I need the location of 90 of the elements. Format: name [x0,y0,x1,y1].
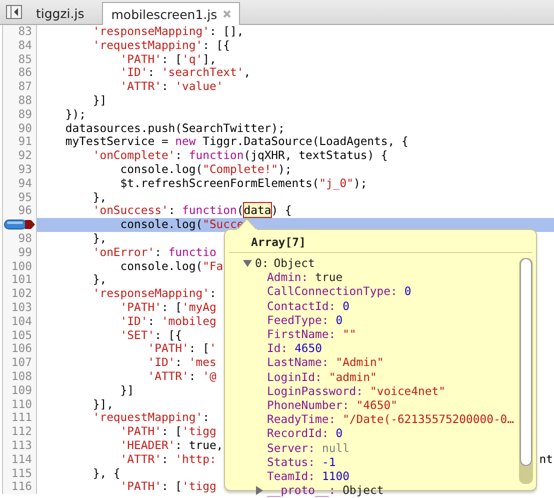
code-line: }] [119,384,134,398]
code-line: }, [92,232,107,246]
code-line: 'ATTR': '@ [146,370,216,384]
code-line: }] [92,94,107,108]
tab[interactable]: tiggzi.js [28,2,92,24]
code-line: 'onSuccess': function(data) { [92,204,292,218]
line-number: 95 [18,190,32,204]
property-row: __proto__: Object [267,483,384,498]
property-row: Server: null [267,440,350,455]
code-line: 'onComplete': function(jqXHR, textStatus) { [92,149,388,163]
line-number: 102 [11,286,32,300]
code-line: 'requestMapping': [{ [92,38,230,53]
line-number: 91 [18,134,32,148]
line-number: 87 [18,79,32,94]
property-row: RecordId: 0 [267,426,343,440]
property-row: ReadyTime: "/Date(-62135575200000-0… [267,412,514,426]
tab[interactable]: mobilescreen1.js [102,2,240,25]
line-number: 108 [11,368,32,383]
code-line: 'PATH': ['myAg [119,300,216,315]
line-number: 94 [18,176,32,190]
line-number: 85 [18,52,32,66]
code-line: }); [64,108,86,122]
line-number: 86 [18,65,32,80]
popover-title: Array[7] [229,230,532,253]
line-number: 107 [11,355,32,370]
property-row: 0: Object [255,256,315,270]
line-number: 84 [18,38,32,52]
line-number: 83 [18,25,32,38]
code-line: 'ID': 'mes [146,356,216,370]
panel-toggle-icon[interactable] [6,5,22,19]
line-number: 116 [11,479,32,494]
line-number: 98 [18,230,32,245]
line-number: 101 [11,272,32,286]
code-line: 'HEADER': true, [119,438,224,453]
code-line: 'PATH': ['q'], [119,52,216,66]
code-line: }, [92,190,107,204]
code-line: 'SET': [{ [119,328,182,342]
property-row: LoginPassword: "voice4net" [267,384,446,398]
line-number: 92 [18,148,32,162]
code-line: }, [92,273,107,288]
code-line: 'PATH': [' [146,342,216,356]
property-row: FeedType: 0 [267,312,343,327]
code-line: 'ATTR': 'value' [119,80,224,94]
line-number: 96 [18,203,32,218]
code-line: 'ATTR': 'http: [119,452,216,466]
code-line: 'responseMapping': [], [92,25,244,39]
code-line: 'PATH': ['tigg [119,480,216,494]
line-number: 104 [11,314,32,328]
code-line: datasources.push(SearchTwitter); [64,122,285,136]
line-number: 113 [11,438,32,452]
line-number: 103 [11,300,32,314]
code-line: 'requestMapping': [92,411,210,426]
collapse-arrow-icon[interactable] [243,258,252,268]
code-line: console.log("Fa [119,260,224,274]
line-number: 99 [18,244,32,259]
code-line: 'PATH': ['tigg [119,425,216,439]
property-row: CallConnectionType: 0 [267,284,412,298]
line-number: 88 [18,92,32,107]
line-number: 93 [18,162,32,176]
line-number: 109 [11,382,32,397]
property-row: FirstName: "" [267,327,356,342]
property-row: ContactId: 0 [267,298,350,313]
code-line: 'onError': functio [92,246,216,260]
line-number: 110 [11,396,32,411]
property-row: Status: -1 [267,454,336,469]
property-row: Id: 4650 [267,341,322,356]
code-line: myTestService = new Tiggr.DataSource(LoadAgents, { [64,135,408,150]
code-fragment: nt [539,452,554,466]
line-number: 106 [11,341,32,356]
property-row: PhoneNumber: "4650" [267,398,398,412]
code-line: }, { [92,466,120,480]
line-number: 100 [11,258,32,273]
code-line: 'responseMapping': [92,287,216,301]
property-row: TeamId: 1100 [267,468,350,483]
line-number: 105 [11,328,32,342]
line-number: 114 [11,452,32,466]
code-line: 'ID': 'mobileg [119,314,216,329]
expand-arrow-icon[interactable] [255,486,264,495]
property-row: LastName: "Admin" [267,355,384,370]
line-number: 111 [11,410,32,424]
code-line: 'ID': 'searchText', [119,66,251,80]
line-number: 90 [18,120,32,135]
property-row: LoginId: "admin" [267,370,377,384]
line-number: 112 [11,424,32,438]
code-line: }], [92,398,114,412]
code-line: $t.refreshScreenFormElements("j_0"); [119,176,368,191]
property-row: Admin: true [267,270,343,284]
line-number: 89 [18,106,32,121]
code-line: console.log("Complete!"); [119,162,292,177]
line-number: 115 [11,466,32,480]
